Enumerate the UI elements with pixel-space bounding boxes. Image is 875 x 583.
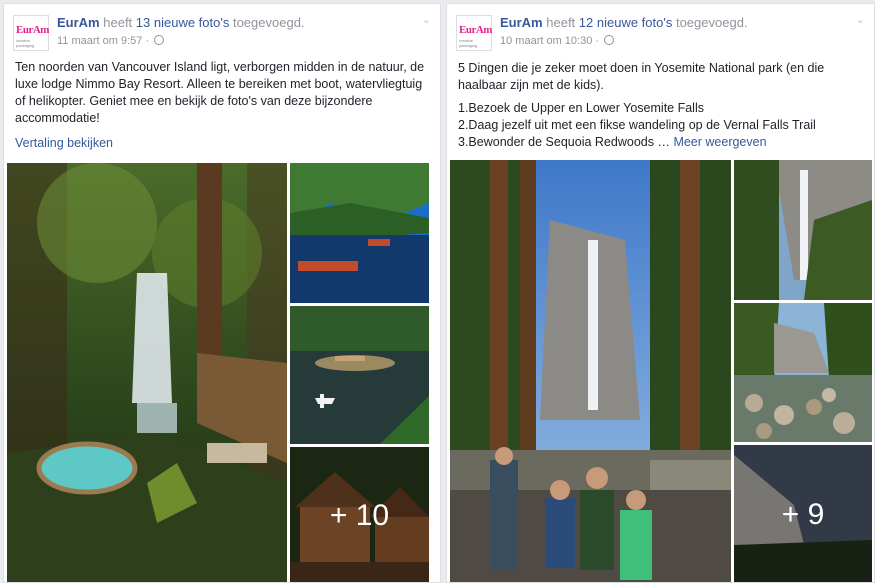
photo-image [290, 306, 429, 444]
timestamp-text: 11 maart om 9:57 · [57, 35, 150, 47]
logo-subtext: creative packaging [459, 38, 478, 48]
headline-suffix: toegevoegd. [232, 15, 305, 30]
logo-subtext: creative packaging [16, 38, 35, 48]
post-headline: EurAm heeft 13 nieuwe foto's toegevoegd. [57, 15, 305, 30]
chevron-down-icon[interactable]: ⌄ [856, 13, 865, 26]
post-intro: 5 Dingen die je zeker moet doen in Yosem… [458, 61, 825, 92]
photo-merced-river[interactable] [734, 303, 872, 442]
post-timestamp[interactable]: 11 maart om 9:57 · [57, 35, 165, 47]
photo-lodge-aerial[interactable] [290, 163, 429, 303]
post-text: Ten noorden van Vancouver Island ligt, v… [15, 60, 425, 125]
post-headline: EurAm heeft 12 nieuwe foto's toegevoegd. [500, 15, 748, 30]
page-avatar[interactable]: EurAm creative packaging [456, 15, 492, 51]
page-avatar[interactable]: EurAm creative packaging [13, 15, 49, 51]
translate-link[interactable]: Vertaling bekijken [15, 136, 113, 150]
photo-image [734, 303, 872, 442]
more-photos-overlay[interactable]: + 10 [290, 447, 429, 582]
photo-image [290, 163, 429, 303]
post-body: 5 Dingen die je zeker moet doen in Yosem… [458, 60, 864, 151]
list-item-2: 2.Daag jezelf uit met een fikse wandelin… [458, 118, 816, 132]
photo-lodge-waterfall[interactable] [7, 163, 287, 582]
post-body: Ten noorden van Vancouver Island ligt, v… [15, 59, 430, 152]
globe-icon [604, 35, 615, 45]
photo-cabins-more[interactable]: + 10 [290, 447, 429, 582]
post-card-2: EurAm creative packaging EurAm heeft 12 … [446, 3, 875, 583]
globe-icon [154, 35, 165, 45]
photo-count-link[interactable]: 12 nieuwe foto's [579, 15, 673, 30]
page-name-link[interactable]: EurAm [500, 15, 543, 30]
logo-text: EurAm [16, 24, 49, 36]
post-card-1: EurAm creative packaging EurAm heeft 13 … [3, 3, 441, 583]
photo-image [734, 160, 872, 300]
photo-yosemite-falls-kids[interactable] [450, 160, 731, 582]
post-header: EurAm creative packaging EurAm heeft 13 … [13, 13, 431, 57]
photo-half-dome-more[interactable]: + 9 [734, 445, 872, 582]
chevron-down-icon[interactable]: ⌄ [422, 13, 431, 26]
list-item-1: 1.Bezoek de Upper en Lower Yosemite Fall… [458, 101, 704, 115]
headline-verb: heeft [103, 15, 133, 30]
headline-suffix: toegevoegd. [675, 15, 748, 30]
photo-count-link[interactable]: 13 nieuwe foto's [136, 15, 230, 30]
list-item-3: 3.Bewonder de Sequoia Redwoods … [458, 135, 670, 149]
photo-upper-falls[interactable] [734, 160, 872, 300]
photo-seaplane[interactable] [290, 306, 429, 444]
more-photos-overlay[interactable]: + 9 [734, 445, 872, 582]
post-timestamp[interactable]: 10 maart om 10:30 · [500, 35, 615, 47]
page-name-link[interactable]: EurAm [57, 15, 100, 30]
photo-image [7, 163, 287, 582]
logo-text: EurAm [459, 24, 492, 36]
see-more-link[interactable]: Meer weergeven [673, 135, 766, 149]
photo-image [450, 160, 731, 582]
post-header: EurAm creative packaging EurAm heeft 12 … [456, 13, 865, 57]
timestamp-text: 10 maart om 10:30 · [500, 35, 600, 47]
headline-verb: heeft [546, 15, 576, 30]
